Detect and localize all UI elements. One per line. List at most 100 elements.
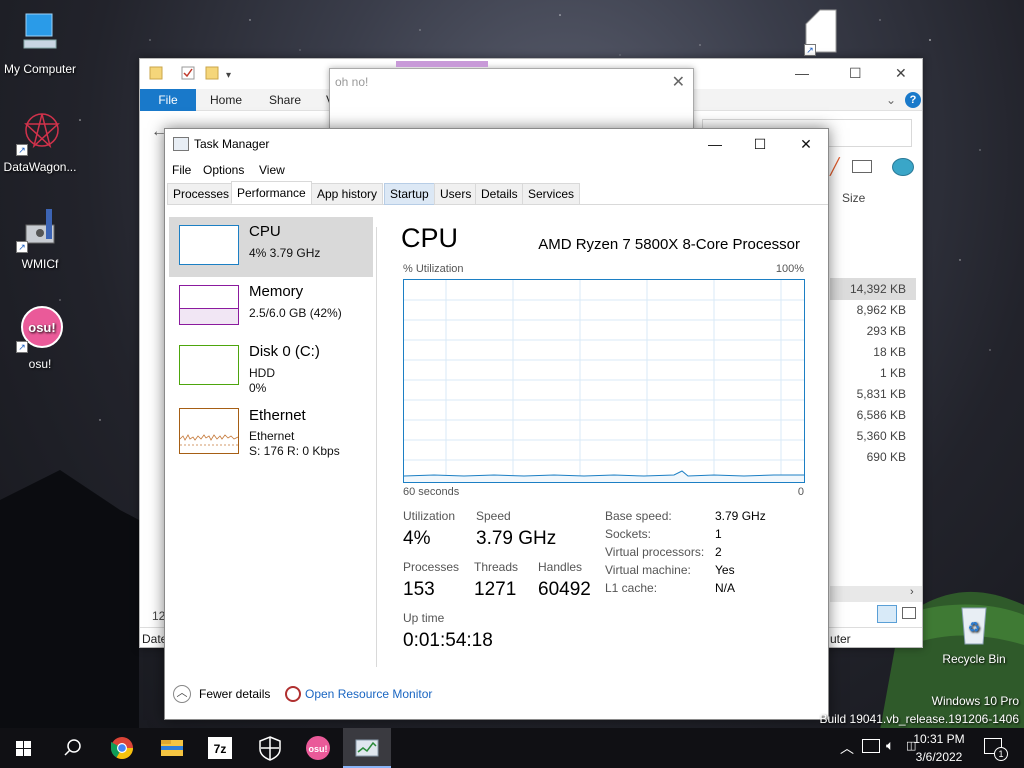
file-size: 14,392 KB: [849, 282, 906, 296]
osu-icon: osu! ↗: [16, 305, 64, 353]
detail-value-virtual-processors: 2: [715, 545, 722, 559]
preview-pane-icon[interactable]: [852, 160, 872, 173]
taskbar-file-explorer[interactable]: [148, 728, 196, 768]
graph-time-min: 0: [797, 486, 804, 498]
dialog-title: oh no!: [335, 75, 369, 89]
cpu-model-name: AMD Ryzen 7 5800X 8-Core Processor: [538, 236, 800, 253]
stat-value-threads: 1271: [474, 579, 517, 600]
tab-processes[interactable]: Processes: [167, 183, 236, 205]
taskbar-chrome[interactable]: [98, 728, 146, 768]
oh-no-dialog[interactable]: oh no! ✕: [329, 61, 694, 130]
minimize-button[interactable]: —: [692, 129, 738, 159]
graph-label-max: 100%: [775, 263, 804, 275]
resource-name: CPU: [249, 223, 281, 240]
menu-options[interactable]: Options: [203, 163, 244, 177]
security-icon: [259, 736, 281, 761]
start-button[interactable]: [0, 728, 48, 768]
network-icon[interactable]: [862, 739, 880, 753]
cpu-mini-graph: [179, 225, 239, 265]
task-manager-window[interactable]: Task Manager — ☐ ✕ File Options View Pro…: [164, 128, 829, 720]
network-globe-icon[interactable]: [892, 158, 914, 176]
windows-logo-icon: [16, 741, 31, 756]
tab-services[interactable]: Services: [522, 183, 581, 205]
explorer-maximize-button[interactable]: ☐: [849, 65, 862, 82]
desktop-icon-wmicf[interactable]: ↗ WMICf: [0, 205, 80, 271]
chevron-down-icon[interactable]: ⌄: [886, 89, 896, 111]
menu-view[interactable]: View: [259, 163, 285, 177]
search-button[interactable]: [48, 728, 96, 768]
clock-date[interactable]: 3/6/2022: [908, 750, 970, 764]
tab-startup[interactable]: Startup: [384, 183, 435, 205]
clock-time[interactable]: 10:31 PM: [908, 732, 970, 746]
detail-label-sockets: Sockets:: [605, 527, 652, 541]
memory-mini-graph: [179, 285, 239, 325]
resource-name: Disk 0 (C:): [249, 343, 320, 360]
shortcut-arrow-icon: ↗: [16, 241, 28, 253]
taskbar-osu[interactable]: osu!: [294, 728, 342, 768]
stat-value-speed: 3.79 GHz: [476, 528, 557, 549]
taskbar-windows-security[interactable]: [246, 728, 294, 768]
desktop-icon-osu[interactable]: osu! ↗ osu!: [0, 305, 80, 371]
task-manager-icon: [355, 739, 379, 757]
svg-text:osu!: osu!: [28, 320, 55, 335]
tab-users[interactable]: Users: [434, 183, 478, 205]
desktop-icon-datawagon[interactable]: ↗ DataWagon...: [0, 108, 80, 174]
resource-detail: S: 176 R: 0 Kbps: [249, 444, 340, 458]
desktop-icon-recycle-bin[interactable]: ♻ Recycle Bin: [934, 600, 1014, 666]
tab-performance[interactable]: Performance: [231, 181, 312, 204]
taskbar-7zip[interactable]: 7z: [196, 728, 244, 768]
explorer-tab-home[interactable]: Home: [210, 89, 242, 111]
notification-count-badge: 1: [994, 747, 1008, 761]
file-size: 1 KB: [879, 366, 906, 380]
tab-details[interactable]: Details: [475, 183, 524, 205]
desktop-icon-file[interactable]: ↗: [780, 8, 860, 60]
column-header-size[interactable]: Size: [842, 191, 865, 205]
quick-access-toolbar[interactable]: ▾: [148, 64, 248, 84]
explorer-minimize-button[interactable]: —: [795, 65, 809, 81]
horizontal-scrollbar[interactable]: [830, 586, 922, 602]
resource-name: Memory: [249, 283, 304, 300]
stat-label-processes: Processes: [403, 560, 460, 574]
detail-label-virtual-processors: Virtual processors:: [605, 545, 705, 559]
file-size: 6,586 KB: [856, 408, 906, 422]
stat-label-utilization: Utilization: [403, 509, 456, 523]
svg-text:♻: ♻: [968, 620, 981, 636]
explorer-tab-share[interactable]: Share: [269, 89, 301, 111]
chevron-up-icon[interactable]: ︿: [173, 685, 191, 703]
help-icon[interactable]: ?: [905, 92, 921, 108]
resource-list: CPU 4% 3.79 GHz Memory 2.5/6.0 GB (42%) …: [165, 214, 375, 664]
close-button[interactable]: ✕: [783, 129, 829, 159]
taskbar-task-manager[interactable]: [343, 728, 391, 768]
dialog-close-button[interactable]: ✕: [672, 72, 685, 92]
scroll-right-icon[interactable]: ›: [910, 586, 914, 598]
7zip-icon: 7z: [208, 737, 232, 759]
details-view-icon[interactable]: [877, 605, 897, 623]
detail-label-base-speed: Base speed:: [605, 509, 672, 523]
cpu-heading: CPU: [401, 223, 459, 253]
file-size: 5,831 KB: [856, 387, 906, 401]
resource-item-disk[interactable]: Disk 0 (C:) HDD 0%: [169, 337, 373, 397]
explorer-tab-file[interactable]: File: [140, 89, 196, 111]
volume-icon[interactable]: 🔈︎: [886, 737, 894, 754]
pane-divider[interactable]: [376, 227, 377, 667]
explorer-close-button[interactable]: ✕: [895, 65, 907, 82]
column-header-computer[interactable]: uter: [830, 632, 851, 646]
show-hidden-icons-chevron-icon[interactable]: ︿: [840, 738, 854, 758]
large-icons-view-icon[interactable]: [902, 607, 916, 619]
resource-item-cpu[interactable]: CPU 4% 3.79 GHz: [169, 217, 373, 277]
file-icon: ↗: [796, 8, 844, 56]
resource-item-memory[interactable]: Memory 2.5/6.0 GB (42%): [169, 277, 373, 337]
detail-value-sockets: 1: [715, 527, 722, 541]
open-resource-monitor-link[interactable]: Open Resource Monitor: [305, 687, 432, 701]
detail-value-base-speed: 3.79 GHz: [715, 509, 766, 523]
fewer-details-button[interactable]: Fewer details: [199, 687, 270, 701]
maximize-button[interactable]: ☐: [737, 129, 783, 159]
detail-label-virtual-machine: Virtual machine:: [605, 563, 691, 577]
draw-icon[interactable]: ╱: [830, 157, 840, 177]
resource-item-ethernet[interactable]: Ethernet Ethernet S: 176 R: 0 Kbps: [169, 402, 373, 462]
stat-label-threads: Threads: [474, 560, 519, 574]
desktop-icon-my-computer[interactable]: My Computer: [0, 10, 80, 76]
task-manager-titlebar[interactable]: Task Manager — ☐ ✕: [165, 129, 828, 159]
tab-app-history[interactable]: App history: [311, 183, 384, 205]
menu-file[interactable]: File: [172, 163, 191, 177]
